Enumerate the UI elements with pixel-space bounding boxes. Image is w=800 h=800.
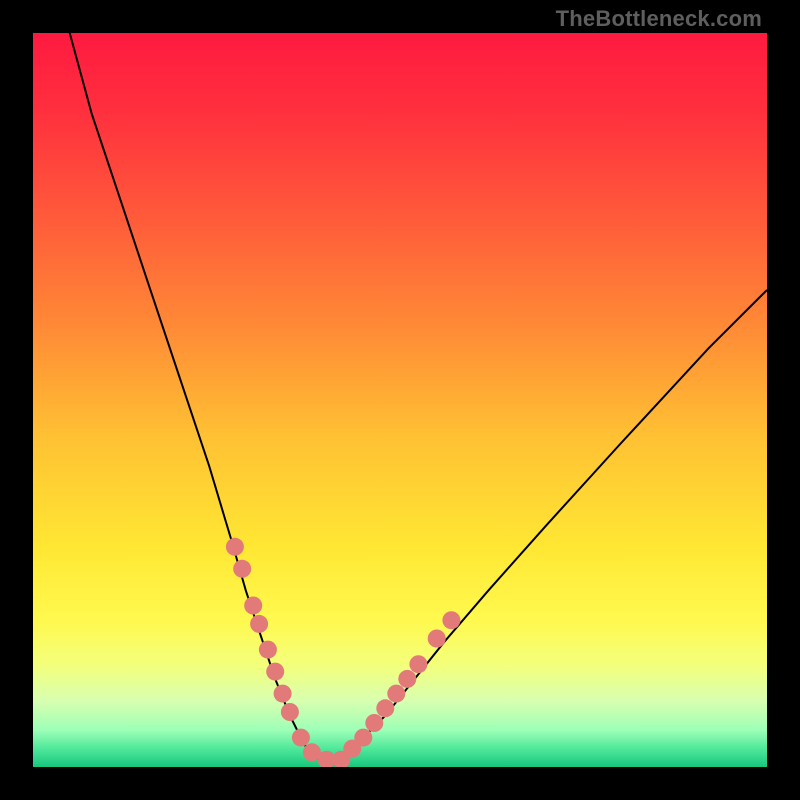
highlight-dot [281, 703, 299, 721]
highlight-dot [354, 729, 372, 747]
highlight-dot [409, 655, 427, 673]
highlight-dot [250, 615, 268, 633]
watermark-text: TheBottleneck.com [556, 6, 762, 32]
highlight-dot [365, 714, 383, 732]
bottleneck-curve [70, 33, 767, 760]
chart-svg [33, 33, 767, 767]
highlight-dot [292, 729, 310, 747]
highlight-dot [387, 685, 405, 703]
highlight-dot [442, 611, 460, 629]
highlight-dot [428, 630, 446, 648]
highlight-dot [398, 670, 416, 688]
highlight-dot [233, 560, 251, 578]
highlight-dot [376, 699, 394, 717]
highlight-dot [274, 685, 292, 703]
highlight-dot [226, 538, 244, 556]
plot-area [33, 33, 767, 767]
outer-frame: TheBottleneck.com [0, 0, 800, 800]
highlight-dot [266, 663, 284, 681]
highlight-dots [226, 538, 461, 767]
highlight-dot [259, 641, 277, 659]
highlight-dot [244, 597, 262, 615]
